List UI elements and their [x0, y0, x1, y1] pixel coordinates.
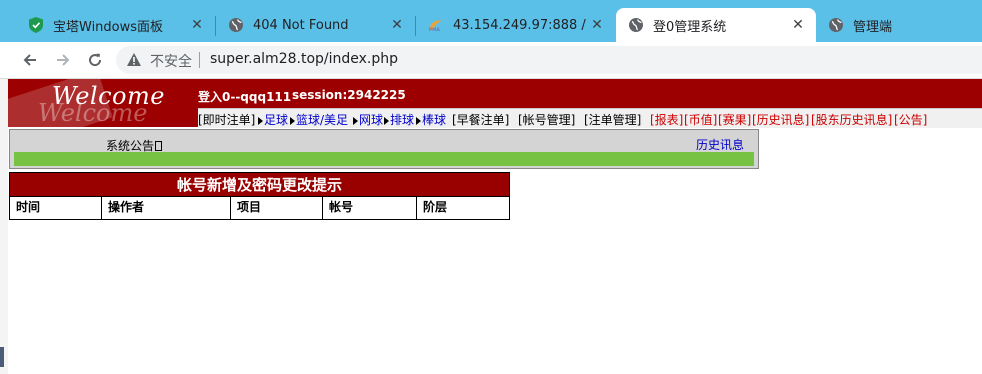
placeholder-glyph-icon	[155, 141, 163, 151]
account-change-table: 帐号新增及密码更改提示 时间 操作者 项目 帐号 阶层	[9, 172, 510, 220]
col-level: 阶层	[423, 200, 448, 214]
menu-results[interactable]: [赛果]	[718, 111, 751, 128]
table-header-row: 时间 操作者 项目 帐号 阶层	[9, 197, 510, 220]
menu-account-mgmt[interactable]: [帐号管理]	[518, 111, 575, 128]
menu-baseball[interactable]: 棒球	[416, 111, 446, 128]
session-id: session:2942225	[292, 88, 406, 102]
col-time: 时间	[10, 197, 102, 219]
tab-title: 登0管理系统	[653, 19, 727, 35]
triangle-right-icon	[258, 116, 263, 125]
menu-bet-mgmt[interactable]: [注单管理]	[584, 111, 641, 128]
globe-icon	[228, 17, 244, 33]
menu-live-bets[interactable]: [即时注单]	[198, 111, 255, 128]
history-messages-link[interactable]: 历史讯息	[696, 136, 744, 153]
svg-text:PMA: PMA	[429, 27, 441, 32]
menu-label: 棒球	[422, 113, 447, 127]
left-scroll-gutter	[0, 79, 8, 374]
tab-title: 管理端	[853, 19, 893, 35]
menu-label: 网球	[359, 113, 384, 127]
login-status: 登入0--qqq111	[198, 90, 292, 104]
globe-icon	[628, 17, 644, 33]
reload-icon	[89, 53, 102, 67]
gutter-marker	[0, 347, 4, 367]
phpmyadmin-icon: PMA	[428, 17, 444, 33]
session-info-bar: 登入0--qqq111 session:2942225	[198, 79, 982, 108]
close-icon[interactable]: ✕	[589, 17, 605, 33]
browser-toolbar: 不安全 super.alm28.top/index.php	[0, 42, 982, 79]
menu-football[interactable]: 足球	[258, 111, 288, 128]
col-item: 项目	[231, 197, 323, 219]
menu-reports[interactable]: [报表]	[650, 111, 683, 128]
address-bar[interactable]: 不安全 super.alm28.top/index.php	[116, 46, 982, 74]
menu-currency[interactable]: [币值]	[684, 111, 717, 128]
tab-404[interactable]: 404 Not Found ✕	[200, 8, 415, 42]
menu-label: 足球	[264, 113, 289, 127]
triangle-right-icon	[416, 116, 421, 125]
logo-text: Welcome	[52, 82, 165, 110]
menu-early-bets[interactable]: [早餐注单]	[452, 111, 509, 128]
tab-bt-panel[interactable]: 宝塔Windows面板 ✕	[0, 8, 215, 42]
main-menu: [即时注单] 足球 篮球/美足 网球 排球 棒球 [早餐注单] [帐号管理] […	[198, 108, 982, 128]
url-text[interactable]: super.alm28.top/index.php	[210, 51, 398, 67]
reload-button[interactable]	[83, 48, 107, 72]
menu-label: 篮球/美足	[296, 113, 349, 127]
table-title: 帐号新增及密码更改提示	[9, 172, 510, 197]
address-divider	[199, 52, 200, 68]
notice-label-text: 系统公告	[106, 139, 155, 153]
tab-title: 404 Not Found	[253, 17, 349, 33]
forward-button[interactable]	[51, 48, 75, 72]
insecure-label[interactable]: 不安全	[150, 51, 192, 71]
tab-title: 宝塔Windows面板	[53, 19, 164, 35]
menu-announcement[interactable]: [公告]	[894, 111, 927, 128]
forward-arrow-icon	[57, 54, 70, 66]
welcome-logo: Welcome Welcome	[8, 79, 198, 127]
menu-history-msg[interactable]: [历史讯息]	[752, 111, 809, 128]
menu-basketball[interactable]: 篮球/美足	[290, 111, 348, 128]
site-header: Welcome Welcome 登入0--qqq111 session:2942…	[8, 79, 982, 128]
back-arrow-icon	[23, 54, 36, 66]
back-button[interactable]	[18, 48, 42, 72]
menu-shareholder-history[interactable]: [股东历史讯息]	[811, 111, 892, 128]
browser-tab-strip: 宝塔Windows面板 ✕ 404 Not Found ✕ PMA 43.154…	[0, 0, 982, 42]
warning-icon[interactable]	[126, 52, 142, 71]
triangle-right-icon	[384, 116, 389, 125]
col-account: 帐号	[323, 197, 417, 219]
menu-label: 排球	[390, 113, 415, 127]
menu-tennis[interactable]: 网球	[353, 111, 383, 128]
tab-title: 43.154.249.97:888 / loca	[453, 17, 589, 33]
col-operator: 操作者	[102, 197, 231, 219]
page-content: Welcome Welcome 登入0--qqq111 session:2942…	[0, 79, 982, 374]
menu-volleyball[interactable]: 排球	[384, 111, 414, 128]
globe-icon	[828, 17, 844, 33]
tab-phpmyadmin[interactable]: PMA 43.154.249.97:888 / loca ✕	[400, 8, 615, 42]
triangle-right-icon	[290, 116, 295, 125]
bt-shield-icon	[28, 17, 44, 33]
triangle-right-icon	[353, 116, 358, 125]
notice-marquee-bar	[14, 152, 754, 166]
tab-admin-end[interactable]: 管理端	[800, 8, 982, 42]
system-notice-panel: 系统公告 历史讯息	[9, 129, 759, 169]
tab-admin-system[interactable]: 登0管理系统 ✕	[616, 8, 816, 42]
